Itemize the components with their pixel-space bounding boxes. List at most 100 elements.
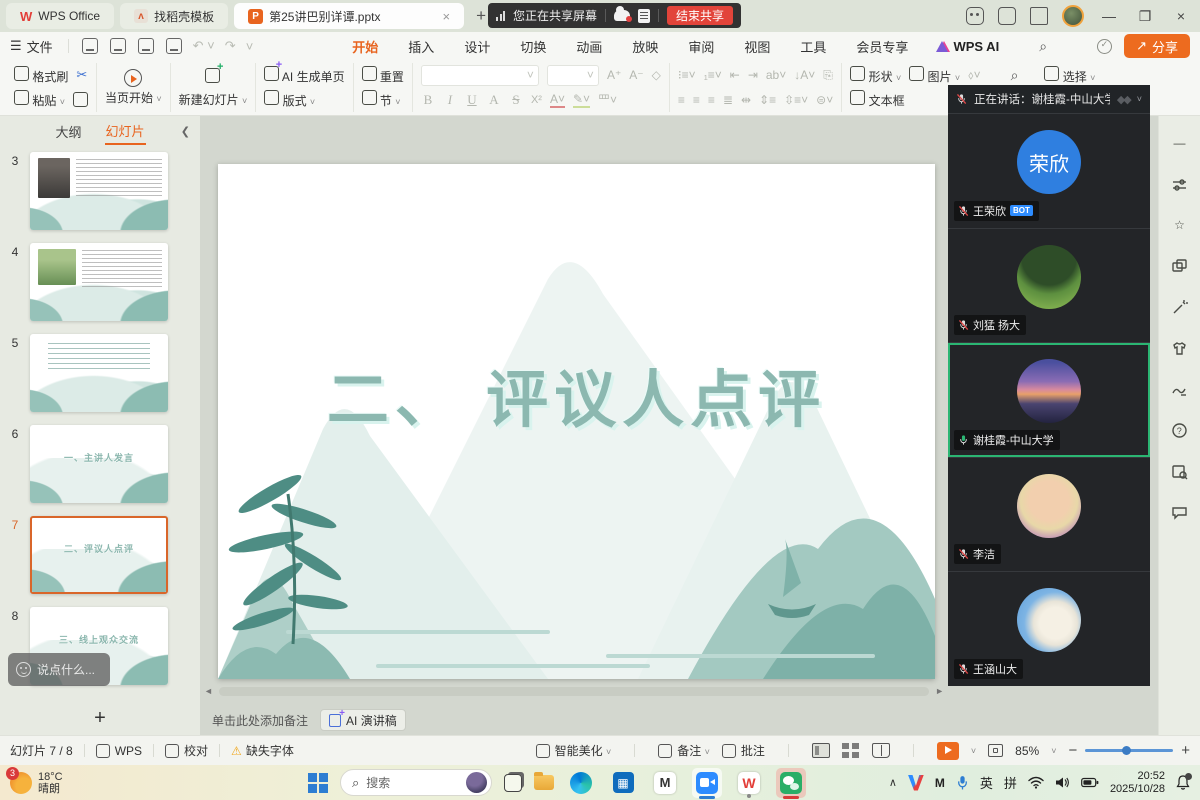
pinyin-icon[interactable]: ab˅ (766, 68, 786, 82)
ribbon-search-icon[interactable]: ⌕ (1039, 38, 1047, 55)
battery-icon[interactable] (1081, 777, 1099, 788)
restore-button[interactable]: ❐ (1134, 8, 1156, 25)
bullet-list-icon[interactable]: ⁝≡˅ (678, 68, 696, 82)
italic-button[interactable]: I (443, 92, 457, 108)
text-align-icon[interactable]: ⊜˅ (816, 93, 833, 107)
signature-icon[interactable] (1171, 380, 1189, 398)
effects-star-icon[interactable]: ☆ (1171, 216, 1189, 234)
close-button[interactable]: × (1170, 8, 1192, 24)
increase-font-icon[interactable]: A⁺ (607, 68, 621, 82)
quickbar-chevron-icon[interactable]: ˅ (246, 39, 254, 54)
paste-button[interactable]: 粘贴 ˅ (14, 90, 65, 109)
tab-design[interactable]: 设计 (462, 33, 492, 60)
output-icon[interactable] (110, 38, 126, 54)
tencent-meeting-button[interactable] (692, 768, 722, 798)
outdent-icon[interactable]: ⇤ (730, 68, 740, 82)
tab-review[interactable]: 审阅 (686, 33, 716, 60)
scroll-right-icon[interactable]: ► (931, 686, 948, 696)
zoom-chevron-icon[interactable]: ˅ (1051, 746, 1056, 756)
proofread-label[interactable]: 校对 (184, 742, 208, 759)
print-icon[interactable] (138, 38, 154, 54)
thumbnail-row-5[interactable]: 5 (0, 334, 200, 412)
reference-book-icon[interactable] (1171, 462, 1189, 480)
copy-icon[interactable] (73, 92, 88, 107)
magic-wand-icon[interactable] (1171, 298, 1189, 316)
textbox-button[interactable]: 文本框 (850, 90, 904, 109)
clear-format-icon[interactable]: ◇ (652, 68, 661, 82)
new-tab-button[interactable]: + (476, 6, 486, 26)
thumbnail-row-4[interactable]: 4 (0, 243, 200, 321)
thumbnail-row-6[interactable]: 6 一、主讲人发言 (0, 425, 200, 503)
font-family-select[interactable]: ˅ (421, 65, 539, 86)
picture-button[interactable]: 图片 ˅ (909, 66, 960, 85)
speaker-icon[interactable] (1055, 776, 1070, 789)
font-size-select[interactable]: ˅ (547, 65, 599, 86)
help-icon[interactable]: ? (1171, 421, 1189, 439)
play-options-chevron-icon[interactable]: ˅ (971, 746, 976, 756)
zoom-slider-handle[interactable] (1122, 746, 1131, 755)
align-right-icon[interactable]: ≡ (708, 93, 715, 107)
apps-box-icon[interactable] (1030, 7, 1048, 25)
tab-home[interactable]: 开始 (350, 33, 380, 60)
ime-english[interactable]: 英 (980, 773, 993, 792)
slide-6-thumbnail[interactable]: 一、主讲人发言 (30, 425, 168, 503)
share-button[interactable]: ↗ 分享 (1124, 34, 1190, 58)
sorter-view-button[interactable] (842, 743, 860, 758)
meeting-chevron-icon[interactable]: ˅ (1137, 94, 1142, 104)
tab-view[interactable]: 视图 (742, 33, 772, 60)
slideshow-play-button[interactable] (937, 742, 959, 760)
notification-bell-icon[interactable] (1176, 775, 1190, 790)
fill-color-icon[interactable]: ⬨˅ (968, 68, 980, 83)
tab-document[interactable]: P 第25讲巴别详谭.pptx × (234, 3, 464, 29)
scroll-left-icon[interactable]: ◄ (200, 686, 217, 696)
new-slide-button[interactable]: 新建幻灯片 ˅ (179, 91, 248, 108)
shapes-button[interactable]: 形状 ˅ (850, 66, 901, 85)
ime-pinyin[interactable]: 拼 (1004, 773, 1017, 792)
file-explorer-button[interactable] (534, 775, 554, 790)
strikethrough-button[interactable]: S (509, 92, 523, 108)
section-button[interactable]: 节 ˅ (362, 90, 401, 109)
participant-tile-speaking[interactable]: 谢桂霞-中山大学 (948, 342, 1150, 457)
tab-animation[interactable]: 动画 (574, 33, 604, 60)
reset-button[interactable]: 重置 (362, 66, 404, 85)
save-icon[interactable] (82, 38, 98, 54)
slide-title[interactable]: 二、 评议人点评 (218, 349, 935, 439)
zoom-level[interactable]: 85% (1015, 744, 1039, 758)
slide-canvas[interactable]: 二、 评议人点评 (218, 164, 935, 679)
sync-status-icon[interactable] (1097, 39, 1112, 54)
meeting-chat-hint[interactable]: 说点什么... (8, 653, 110, 686)
meeting-tray-icon[interactable] (908, 775, 924, 791)
distribute-icon[interactable]: ⇹ (741, 93, 751, 107)
tab-slideshow[interactable]: 放映 (630, 33, 660, 60)
reading-view-button[interactable] (872, 743, 890, 758)
align-center-icon[interactable]: ≡ (693, 93, 700, 107)
end-share-button[interactable]: 结束共享 (667, 6, 733, 25)
notes-button[interactable]: 备注 ˅ (658, 742, 710, 759)
slide-7-thumbnail-selected[interactable]: 二、评议人点评 (30, 516, 168, 594)
participant-tile[interactable]: 李洁 (948, 457, 1150, 572)
play-from-current-button[interactable]: 当页开始 ˅ (105, 69, 162, 106)
slide-5-thumbnail[interactable] (30, 334, 168, 412)
decrease-font-icon[interactable]: A⁻ (629, 68, 643, 82)
select-button[interactable]: 选择 ˅ (1044, 66, 1095, 85)
weather-widget[interactable]: 3 18°C晴朗 (0, 771, 250, 795)
cut-icon[interactable]: ✂ (76, 67, 87, 83)
taskbar-search[interactable]: ⌕ 搜索 (340, 769, 492, 796)
underline-button[interactable]: U (465, 92, 479, 108)
horizontal-scrollbar[interactable]: ◄ ► (200, 684, 948, 698)
comments-button[interactable]: 批注 (722, 742, 765, 759)
normal-view-button[interactable] (812, 743, 830, 758)
panel-collapse-icon[interactable]: ❮ (181, 125, 190, 138)
indent-icon[interactable]: ⇥ (748, 68, 758, 82)
zoom-slider[interactable]: − + (1068, 742, 1190, 759)
minimize-button[interactable]: — (1098, 8, 1120, 24)
tab-wps-office[interactable]: W WPS Office (6, 3, 114, 29)
tab-insert[interactable]: 插入 (406, 33, 436, 60)
mic-tray-icon[interactable] (956, 775, 969, 790)
format-painter-button[interactable]: 格式刷 (14, 66, 68, 85)
bold-button[interactable]: B (421, 92, 435, 108)
text-effect-button[interactable]: 罒˅ (598, 91, 617, 108)
font-color-button[interactable]: A˅ (550, 92, 565, 108)
number-list-icon[interactable]: ₁≡˅ (704, 68, 722, 82)
justify-icon[interactable]: ≣ (723, 93, 733, 107)
